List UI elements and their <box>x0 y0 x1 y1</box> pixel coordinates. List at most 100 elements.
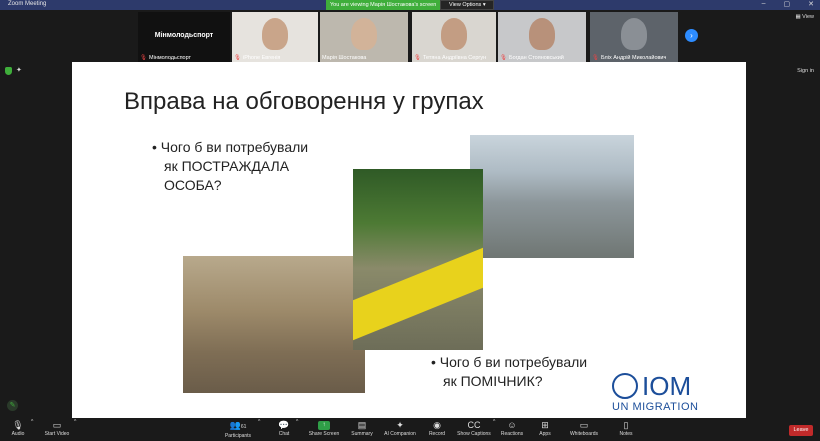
meeting-toolbar: 🎙 Audio ^ ▭ Start Video ^ 👥61 Participants … <box>0 419 820 441</box>
reactions-button[interactable]: ☺ Reactions <box>500 419 524 437</box>
apps-button[interactable]: ⊞ Apps <box>537 419 553 437</box>
whiteboards-button[interactable]: ▭ Whiteboards <box>568 419 600 437</box>
show-captions-button[interactable]: CC Show Captions <box>456 419 492 437</box>
record-button[interactable]: ◉ Record <box>426 419 448 437</box>
participant-tile[interactable]: 🎙 Богдан Стояновський <box>498 12 586 62</box>
ai-companion-label: AI Companion <box>384 431 416 437</box>
shared-slide: Вправа на обговорення у групах • Чого б … <box>72 62 746 418</box>
microphone-muted-icon: 🎙 <box>500 55 507 61</box>
participant-tile[interactable]: 🎙 iPhone Евгенія <box>232 12 318 62</box>
participants-options-caret[interactable]: ^ <box>258 419 260 425</box>
shield-icon[interactable] <box>5 67 12 75</box>
minimize-icon[interactable]: – <box>762 0 766 8</box>
sign-in-link[interactable]: Sign in <box>797 68 814 74</box>
microphone-muted-icon: 🎙 <box>414 55 421 61</box>
refugees-bridge-photo <box>353 169 483 350</box>
magic-wand-icon[interactable]: ✦ <box>16 66 22 74</box>
bullet-dot: • <box>152 139 157 155</box>
participant-tile[interactable]: Мінмолодьспорт 🎙 Мінмолодьспорт <box>138 12 230 62</box>
participant-name: iPhone Евгенія <box>242 55 281 61</box>
participant-video <box>529 18 555 50</box>
ai-companion-button[interactable]: ✦ AI Companion <box>382 419 418 437</box>
participant-name-label: 🎙 Тетяна Андріївна Сергун <box>414 55 486 61</box>
audio-label: Audio <box>11 431 25 437</box>
iom-logo: IOM UN MIGRATION <box>612 371 722 415</box>
start-video-label: Start Video <box>44 431 70 437</box>
chevron-right-icon[interactable]: › <box>685 29 698 42</box>
participant-name: Тетяна Андріївна Сергун <box>422 55 487 61</box>
view-label: View <box>802 14 814 20</box>
iom-subtitle: UN MIGRATION <box>612 401 699 413</box>
slide-title: Вправа на обговорення у групах <box>124 88 484 115</box>
participant-name-label: Марія Шостакова <box>322 55 366 61</box>
participant-name-label: 🎙 Бліх Андрій Миколайович <box>592 55 666 61</box>
participant-name: Бліх Андрій Миколайович <box>600 55 667 61</box>
participant-name: Богдан Стояновський <box>508 55 564 61</box>
view-options-label: View Options <box>449 2 482 8</box>
apps-icon: ⊞ <box>541 420 549 430</box>
participants-count: 61 <box>240 424 247 430</box>
participant-name-label: 🎙 Мінмолодьспорт <box>140 55 191 61</box>
chat-button[interactable]: 💬 Chat <box>274 419 294 437</box>
microphone-muted-icon: 🎙 <box>12 420 24 430</box>
participant-tile[interactable]: 🎙 Бліх Андрій Миколайович <box>590 12 678 62</box>
apps-label: Apps <box>539 431 551 437</box>
notes-button[interactable]: ▯ Notes <box>617 419 635 437</box>
participant-name-center: Мінмолодьспорт <box>154 32 214 39</box>
view-options-dropdown[interactable]: View Options ▾ <box>440 0 494 10</box>
notes-icon: ▯ <box>623 420 629 430</box>
summary-button[interactable]: ▤ Summary <box>348 419 376 437</box>
iom-brand: IOM <box>642 371 692 401</box>
video-off-icon: ▭ <box>52 420 62 430</box>
share-screen-label: Share Screen <box>308 431 340 437</box>
share-screen-button[interactable]: ↑ Share Screen <box>308 419 340 437</box>
share-screen-icon: ↑ <box>318 421 330 430</box>
bullet-victim: • Чого б ви потребували як ПОСТРАЖДАЛА О… <box>152 138 362 195</box>
chat-label: Chat <box>278 431 290 437</box>
leave-button[interactable]: Leave <box>789 425 813 436</box>
show-captions-label: Show Captions <box>457 431 491 437</box>
reactions-label: Reactions <box>500 431 524 437</box>
bridge-railing <box>353 247 483 341</box>
flooded-city-photo <box>470 135 634 258</box>
captions-options-caret[interactable]: ^ <box>493 419 495 425</box>
bullet-victim-line1: Чого б ви потребували <box>160 139 309 155</box>
participant-video <box>441 18 467 50</box>
participants-button[interactable]: 👥61 Participants <box>222 419 254 439</box>
video-options-caret[interactable]: ^ <box>74 419 76 425</box>
chat-options-caret[interactable]: ^ <box>296 419 298 425</box>
participant-tile[interactable]: Марія Шостакова <box>320 12 408 62</box>
participant-name-label: 🎙 iPhone Евгенія <box>234 55 280 61</box>
chat-icon: 💬 <box>278 420 290 430</box>
participant-video <box>351 18 377 50</box>
bullet-victim-line3: ОСОБА? <box>164 177 222 193</box>
whiteboards-label: Whiteboards <box>569 431 599 437</box>
sparkle-icon: ✦ <box>396 420 404 430</box>
notes-label: Notes <box>619 431 633 437</box>
audio-options-caret[interactable]: ^ <box>31 419 33 425</box>
window-controls: – ▢ ✕ <box>762 0 814 8</box>
microphone-muted-icon: 🎙 <box>140 55 147 61</box>
participant-name: Марія Шостакова <box>322 55 367 61</box>
bullet-dot: • <box>431 354 436 370</box>
annotate-pencil-icon[interactable]: ✎ <box>7 400 18 411</box>
captions-icon: CC <box>467 420 481 430</box>
view-layout-button[interactable]: ▦ View <box>795 14 814 20</box>
whiteboard-icon: ▭ <box>579 420 589 430</box>
participant-name-label: 🎙 Богдан Стояновський <box>500 55 564 61</box>
audio-button[interactable]: 🎙 Audio <box>6 419 30 437</box>
microphone-muted-icon: 🎙 <box>592 55 599 61</box>
earthquake-ruins-photo <box>183 256 365 393</box>
participant-tile[interactable]: 🎙 Тетяна Андріївна Сергун <box>412 12 496 62</box>
participant-video <box>262 18 288 50</box>
screen-share-banner: You are viewing Марія Шостакова's screen <box>326 0 441 10</box>
maximize-icon[interactable]: ▢ <box>784 0 791 8</box>
close-icon[interactable]: ✕ <box>808 0 814 8</box>
participants-icon: 👥61 <box>229 420 247 430</box>
reaction-smile-icon: ☺ <box>507 420 517 430</box>
summary-label: Summary <box>351 431 373 437</box>
record-label: Record <box>428 431 446 437</box>
bullet-helper-line2: як ПОМІЧНИК? <box>443 373 543 389</box>
participant-video <box>621 18 647 50</box>
start-video-button[interactable]: ▭ Start Video <box>42 419 72 437</box>
